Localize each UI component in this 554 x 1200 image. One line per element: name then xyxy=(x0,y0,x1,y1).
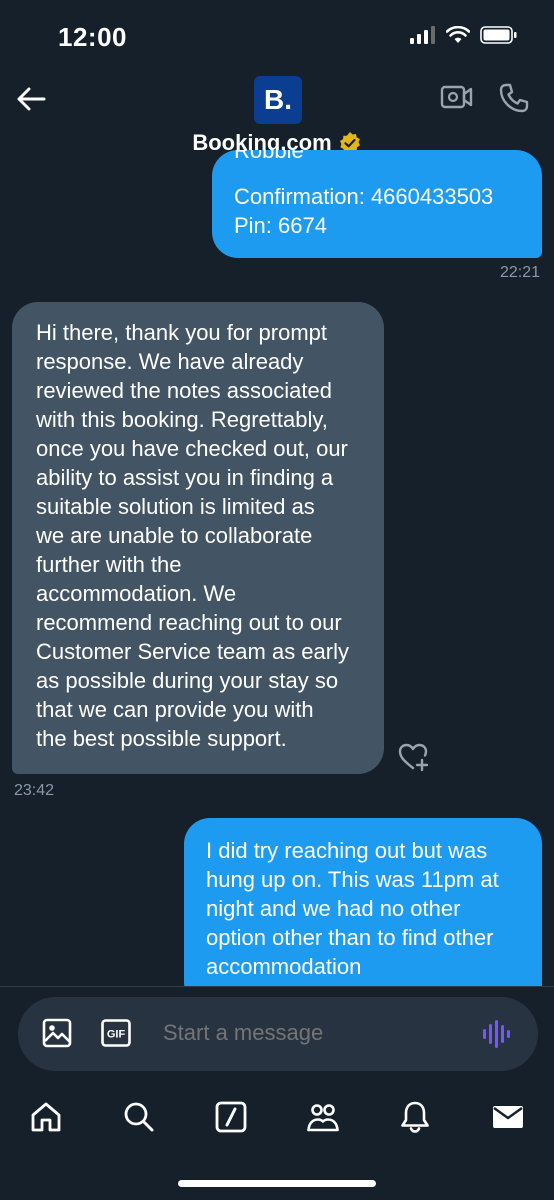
message-line: hung up on. This was 11pm at xyxy=(206,867,499,892)
message-text: I did try reaching out but was hung up on… xyxy=(206,836,526,981)
message-timestamp: 22:21 xyxy=(499,264,540,281)
search-icon[interactable] xyxy=(122,1100,156,1134)
avatar[interactable]: B. xyxy=(254,76,302,124)
gif-label: GIF xyxy=(107,1029,126,1041)
message-line: further with the xyxy=(36,552,182,577)
sent-message-bubble[interactable]: Robbie Confirmation: 4660433503 Pin: 667… xyxy=(212,150,542,258)
grok-icon[interactable] xyxy=(214,1100,248,1134)
status-icons xyxy=(410,26,518,44)
message-line: Confirmation: 4660433503 xyxy=(234,184,494,209)
voice-message-icon[interactable] xyxy=(482,1019,512,1049)
notifications-icon[interactable] xyxy=(398,1100,432,1134)
message-line: suitable solution is limited as xyxy=(36,494,315,519)
message-line: once you have checked out, our xyxy=(36,436,348,461)
status-time: 12:00 xyxy=(58,22,127,52)
message-timestamp: 23:42 xyxy=(14,782,55,799)
message-input[interactable] xyxy=(163,1020,443,1046)
messages-icon[interactable] xyxy=(491,1100,525,1134)
received-message-bubble[interactable]: Hi there, thank you for prompt response. … xyxy=(12,302,384,774)
message-line: option other than to find other xyxy=(206,925,494,950)
home-indicator xyxy=(178,1180,376,1187)
message-line: night and we had no other xyxy=(206,896,461,921)
add-reaction-icon[interactable] xyxy=(398,742,430,772)
message-line: accommodation. We xyxy=(36,581,237,606)
message-line: response. We have already xyxy=(36,349,304,374)
message-line: that we can provide you with xyxy=(36,697,314,722)
battery-icon xyxy=(480,26,517,44)
sent-message-bubble[interactable]: I did try reaching out but was hung up on… xyxy=(184,818,542,1008)
message-line: as possible during your stay so xyxy=(36,668,339,693)
phone-call-icon[interactable] xyxy=(498,82,530,114)
signal-icon xyxy=(410,26,435,44)
message-line: Customer Service team as early xyxy=(36,639,349,664)
message-line: accommodation xyxy=(206,954,362,979)
message-text: Hi there, thank you for prompt response. … xyxy=(36,318,366,753)
wifi-icon xyxy=(446,26,470,43)
message-text-partial: Robbie xyxy=(234,150,304,163)
image-icon[interactable] xyxy=(42,1018,72,1048)
message-line: with this booking. Regrettably, xyxy=(36,407,328,432)
message-line: Pin: 6674 xyxy=(234,213,327,238)
communities-icon[interactable] xyxy=(306,1100,340,1134)
message-line: reviewed the notes associated xyxy=(36,378,332,403)
message-line: Hi there, thank you for prompt xyxy=(36,320,328,345)
video-call-icon[interactable] xyxy=(440,82,474,112)
message-line: recommend reaching out to our xyxy=(36,610,342,635)
message-line: we are unable to collaborate xyxy=(36,523,313,548)
message-line: ability to assist you in finding a xyxy=(36,465,334,490)
message-line: the best possible support. xyxy=(36,726,287,751)
message-line: I did try reaching out but was xyxy=(206,838,488,863)
gif-icon[interactable]: GIF xyxy=(101,1019,131,1047)
back-arrow-icon[interactable] xyxy=(14,82,48,116)
home-icon[interactable] xyxy=(29,1100,63,1134)
